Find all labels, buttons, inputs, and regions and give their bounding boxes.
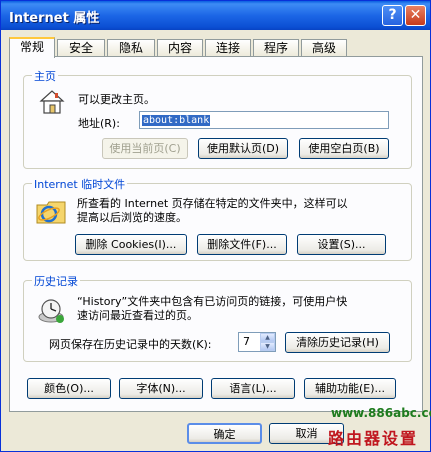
tab-privacy[interactable]: 隐私 bbox=[107, 39, 155, 57]
homepage-group-title: 主页 bbox=[32, 68, 58, 84]
languages-button[interactable]: 语言(L)... bbox=[211, 378, 295, 399]
ok-button[interactable]: 确定 bbox=[187, 423, 262, 444]
history-icon bbox=[38, 299, 64, 323]
home-icon bbox=[39, 90, 65, 114]
help-button[interactable]: ? bbox=[382, 5, 403, 26]
delete-files-button[interactable]: 删除文件(F)... bbox=[197, 234, 287, 255]
history-days-label: 网页保存在历史记录中的天数(K): bbox=[49, 338, 212, 351]
delete-cookies-button[interactable]: 删除 Cookies(I)... bbox=[75, 234, 187, 255]
address-label: 地址(R): bbox=[78, 117, 120, 130]
close-button[interactable]: ✕ bbox=[405, 5, 426, 26]
use-current-page-button[interactable]: 使用当前页(C) bbox=[102, 138, 188, 159]
tab-connections[interactable]: 连接 bbox=[205, 39, 251, 57]
spin-down-icon[interactable]: ▼ bbox=[260, 342, 275, 351]
window-title: Internet 属性 bbox=[9, 11, 100, 26]
tab-programs[interactable]: 程序 bbox=[253, 39, 299, 57]
tab-advanced[interactable]: 高级 bbox=[301, 39, 347, 57]
title-bar[interactable]: Internet 属性 ? ✕ bbox=[1, 1, 430, 30]
ie-folder-icon bbox=[36, 201, 66, 224]
homepage-address-input[interactable]: about:blank bbox=[139, 111, 389, 129]
watermark-text: 路由器设置 bbox=[328, 429, 419, 448]
fonts-button[interactable]: 字体(N)... bbox=[119, 378, 203, 399]
internet-options-window: Internet 属性 ? ✕ 常规 安全 隐私 内容 连接 程序 高级 主页 … bbox=[0, 0, 431, 452]
history-description-line2: 速访问最近查看过的页。 bbox=[77, 309, 198, 322]
use-blank-page-button[interactable]: 使用空白页(B) bbox=[299, 138, 389, 159]
address-value: about:blank bbox=[142, 115, 211, 126]
homepage-description: 可以更改主页。 bbox=[78, 93, 155, 106]
temp-files-group-title: Internet 临时文件 bbox=[32, 176, 128, 192]
tab-general[interactable]: 常规 bbox=[9, 37, 55, 58]
tab-security[interactable]: 安全 bbox=[57, 39, 105, 57]
history-group-title: 历史记录 bbox=[32, 273, 80, 289]
clear-history-button[interactable]: 清除历史记录(H) bbox=[285, 332, 390, 353]
history-days-stepper[interactable]: 7 ▲ ▼ bbox=[238, 332, 276, 352]
temp-files-description-line2: 提高以后浏览的速度。 bbox=[77, 211, 187, 224]
history-days-value: 7 bbox=[243, 335, 250, 348]
watermark-url: www.886abc.com bbox=[331, 406, 431, 420]
tab-content[interactable]: 内容 bbox=[157, 39, 203, 57]
close-icon: ✕ bbox=[409, 7, 422, 23]
accessibility-button[interactable]: 辅助功能(E)... bbox=[304, 378, 396, 399]
use-default-page-button[interactable]: 使用默认页(D) bbox=[198, 138, 288, 159]
history-days-arrows: ▲ ▼ bbox=[260, 333, 275, 351]
help-icon: ? bbox=[388, 7, 397, 23]
spin-up-icon[interactable]: ▲ bbox=[260, 333, 275, 342]
colors-button[interactable]: 颜色(O)... bbox=[27, 378, 111, 399]
temp-files-settings-button[interactable]: 设置(S)... bbox=[297, 234, 386, 255]
